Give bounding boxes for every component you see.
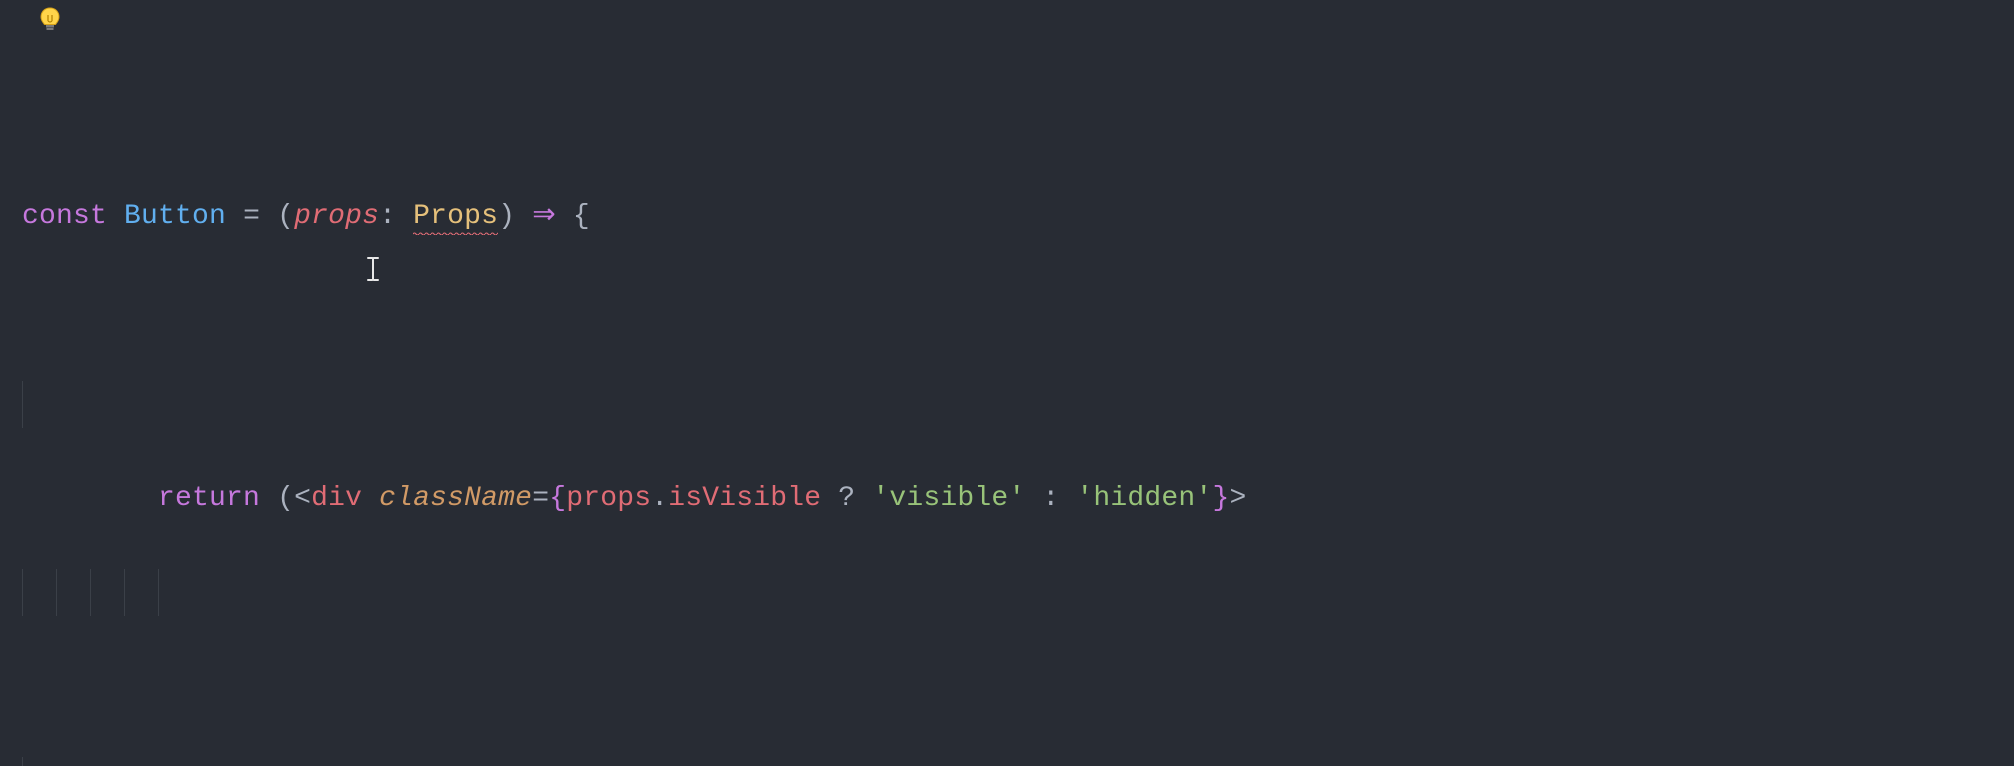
indent [124,483,158,514]
space [260,483,277,514]
space [226,201,243,232]
string-hidden: 'hidden' [1076,483,1212,514]
indent-guide [22,569,23,616]
jsx-expr-open: { [549,483,566,514]
space [1059,483,1076,514]
space [396,201,413,232]
identifier-button: Button [124,201,226,232]
keyword-const: const [22,201,107,232]
ternary-q: ? [838,483,855,514]
lparen: ( [277,483,294,514]
space [821,483,838,514]
attr-classname: className [379,483,532,514]
space [1025,483,1042,514]
rparen: ) [498,201,515,232]
space [515,201,532,232]
tag-open: < [294,483,311,514]
lbrace: { [573,201,590,232]
string-visible: 'visible' [872,483,1025,514]
code-line[interactable]: return (<div className={props.isVisible … [22,381,2014,428]
keyword-return: return [158,483,260,514]
equals: = [243,201,260,232]
colon: : [379,201,396,232]
space [855,483,872,514]
type-props-error[interactable]: Props [413,201,498,235]
indent-guide [22,757,23,766]
arrow: ⇒ [532,201,556,232]
lightbulb-icon[interactable] [36,6,64,34]
indent-guide [158,569,159,616]
ternary-colon: : [1042,483,1059,514]
code-editor[interactable]: const Button = (props: Props) ⇒ { return… [0,0,2014,766]
jsx-expr-close: } [1212,483,1229,514]
dot: . [651,483,668,514]
code-line[interactable]: const Button = (props: Props) ⇒ { [22,193,2014,240]
param-props: props [294,201,379,232]
indent-guide [56,569,57,616]
indent-guide [124,569,125,616]
space [556,201,573,232]
tag-close: > [1229,483,1246,514]
tag-div: div [311,483,362,514]
code-block[interactable]: const Button = (props: Props) ⇒ { return… [22,52,2014,766]
space [107,201,124,232]
identifier-props: props [566,483,651,514]
equals: = [532,483,549,514]
indent-guide [90,569,91,616]
indent-guide [22,381,23,428]
code-line[interactable]: </div>); [22,757,2014,766]
space [362,483,379,514]
space [260,201,277,232]
prop-isvisible: isVisible [668,483,821,514]
code-line[interactable]: <button onClick={props.clickHandler} /> [22,569,2014,616]
lparen: ( [277,201,294,232]
